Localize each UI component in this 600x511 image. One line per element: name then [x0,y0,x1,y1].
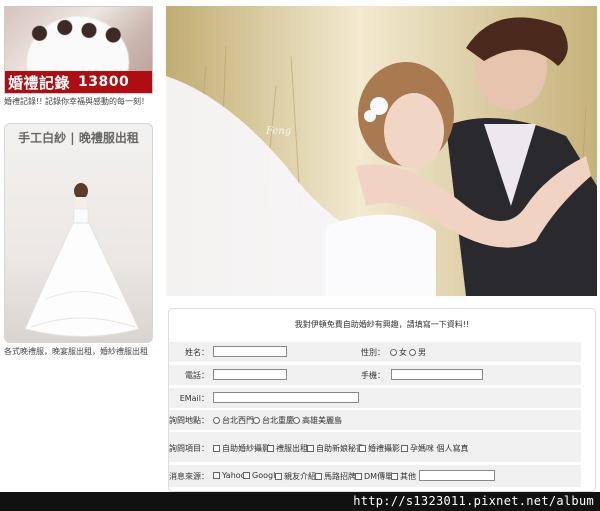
promo-title: 婚禮記錄 [8,73,71,92]
location-ximen-label: 台北西門 [222,416,254,425]
source-other-input[interactable] [419,470,495,481]
form-row-source: 消息來源： Yahoo Google 親友介紹 馬路招牌 DM傳單 其他 [169,465,581,487]
source-dm-checkbox[interactable] [355,473,362,480]
location-option-chongqing[interactable]: 台北重慶 [253,415,294,426]
gown-rental-title: 手工白紗 | 晚禮服出租 [18,131,139,145]
wedding-gown-photo [24,183,140,337]
source-option-friends[interactable]: 親友介紹 [275,471,316,482]
promo-bar: 婚禮記錄 13800 [5,71,152,93]
form-title: 我對伊頓免費自助婚紗有興趣，請填寫一下資料!! [294,320,470,329]
location-label: 詢問地點： [169,416,209,425]
item-gown-rental-checkbox[interactable] [267,445,274,452]
item-makeup-checkbox[interactable] [307,445,314,452]
form-row-email: EMail： [169,388,581,408]
item-self-photo-checkbox[interactable] [213,445,220,452]
source-option-signboard[interactable]: 馬路招牌 [315,471,356,482]
promo-caption[interactable]: 婚禮記錄!! 記錄你幸福與感動的每一刻！ [4,96,149,107]
name-input[interactable] [213,346,287,357]
inquiry-form: 我對伊頓免費自助婚紗有興趣，請填寫一下資料!! 姓名： 性別： 女 男 電話： … [168,308,596,492]
source-dm-label: DM傳單 [364,472,394,481]
wedding-record-banner[interactable]: 婚禮記錄 13800 [4,6,153,94]
location-chongqing-radio[interactable] [253,417,260,424]
location-kaohsiung-radio[interactable] [293,417,300,424]
source-yahoo-checkbox[interactable] [213,472,220,479]
promo-price: 13800 [78,74,130,90]
source-label: 消息來源： [169,472,209,481]
source-google-checkbox[interactable] [243,472,250,479]
form-row-name: 姓名： 性別： 女 男 [169,342,581,362]
item-option-makeup[interactable]: 自助新娘秘書 [307,443,364,454]
gender-female-label: 女 [399,348,407,357]
source-option-dm[interactable]: DM傳單 [355,471,393,482]
source-friends-label: 親友介紹 [284,472,316,481]
location-kaohsiung-label: 高雄美麗島 [302,416,342,425]
gender-female-option[interactable]: 女 [390,347,407,358]
source-yahoo-label: Yahoo [222,471,246,480]
item-wedding-photo-checkbox[interactable] [359,445,366,452]
source-signboard-label: 馬路招牌 [324,472,356,481]
source-option-yahoo[interactable]: Yahoo [213,471,246,480]
form-row-phone: 電話： 手機： [169,365,581,385]
item-option-self-photo[interactable]: 自助婚紗攝影 [213,443,270,454]
location-ximen-radio[interactable] [213,417,220,424]
items-label: 詢問項目： [169,444,209,453]
item-option-wedding-photo[interactable]: 婚禮攝影 [359,443,400,454]
gender-female-radio[interactable] [390,349,397,356]
location-chongqing-label: 台北重慶 [262,416,294,425]
gender-label: 性別： [361,348,385,357]
item-gown-rental-label: 禮服出租 [276,444,308,453]
form-row-location: 詢問地點： 台北西門 台北重慶 高雄美麗島 [169,410,581,430]
form-row-items: 詢問項目： 自助婚紗攝影 禮服出租 自助新娘秘書 婚禮攝影 孕媽咪 個人寫真 [169,432,581,462]
phone-input[interactable] [213,369,287,380]
hero-couple-photo: Feng [166,6,597,296]
gender-male-option[interactable]: 男 [409,347,426,358]
hero-watermark: Feng [265,126,291,137]
gown-rental-banner[interactable]: 手工白紗 | 晚禮服出租 [4,123,153,343]
email-label: EMail： [179,394,209,403]
source-friends-checkbox[interactable] [275,473,282,480]
location-option-ximen[interactable]: 台北西門 [213,415,254,426]
location-option-kaohsiung[interactable]: 高雄美麗島 [293,415,342,426]
phone-label: 電話： [185,371,209,380]
source-signboard-checkbox[interactable] [315,473,322,480]
page: 婚禮記錄 13800 婚禮記錄!! 記錄你幸福與感動的每一刻！ 手工白紗 | 晚… [0,0,600,511]
gender-male-label: 男 [418,348,426,357]
album-url[interactable]: http://s1323011.pixnet.net/album [0,492,600,511]
gender-male-radio[interactable] [409,349,416,356]
item-wedding-photo-label: 婚禮攝影 [368,444,400,453]
item-option-maternity[interactable]: 孕媽咪 個人寫真 [401,443,469,454]
name-label: 姓名： [185,348,209,357]
wedding-group-photo [23,13,133,71]
gown-rental-caption[interactable]: 各式晚禮服，晚宴服出租，婚紗禮服出租 [4,346,148,357]
source-other-checkbox[interactable] [391,473,398,480]
mobile-input[interactable] [391,369,483,380]
item-option-gown-rental[interactable]: 禮服出租 [267,443,308,454]
item-maternity-checkbox[interactable] [401,445,408,452]
source-option-other[interactable]: 其他 [391,471,416,482]
item-maternity-label: 孕媽咪 個人寫真 [410,444,469,453]
item-makeup-label: 自助新娘秘書 [316,444,364,453]
source-other-label: 其他 [400,472,416,481]
item-self-photo-label: 自助婚紗攝影 [222,444,270,453]
email-input[interactable] [213,392,359,403]
mobile-label: 手機： [361,371,385,380]
